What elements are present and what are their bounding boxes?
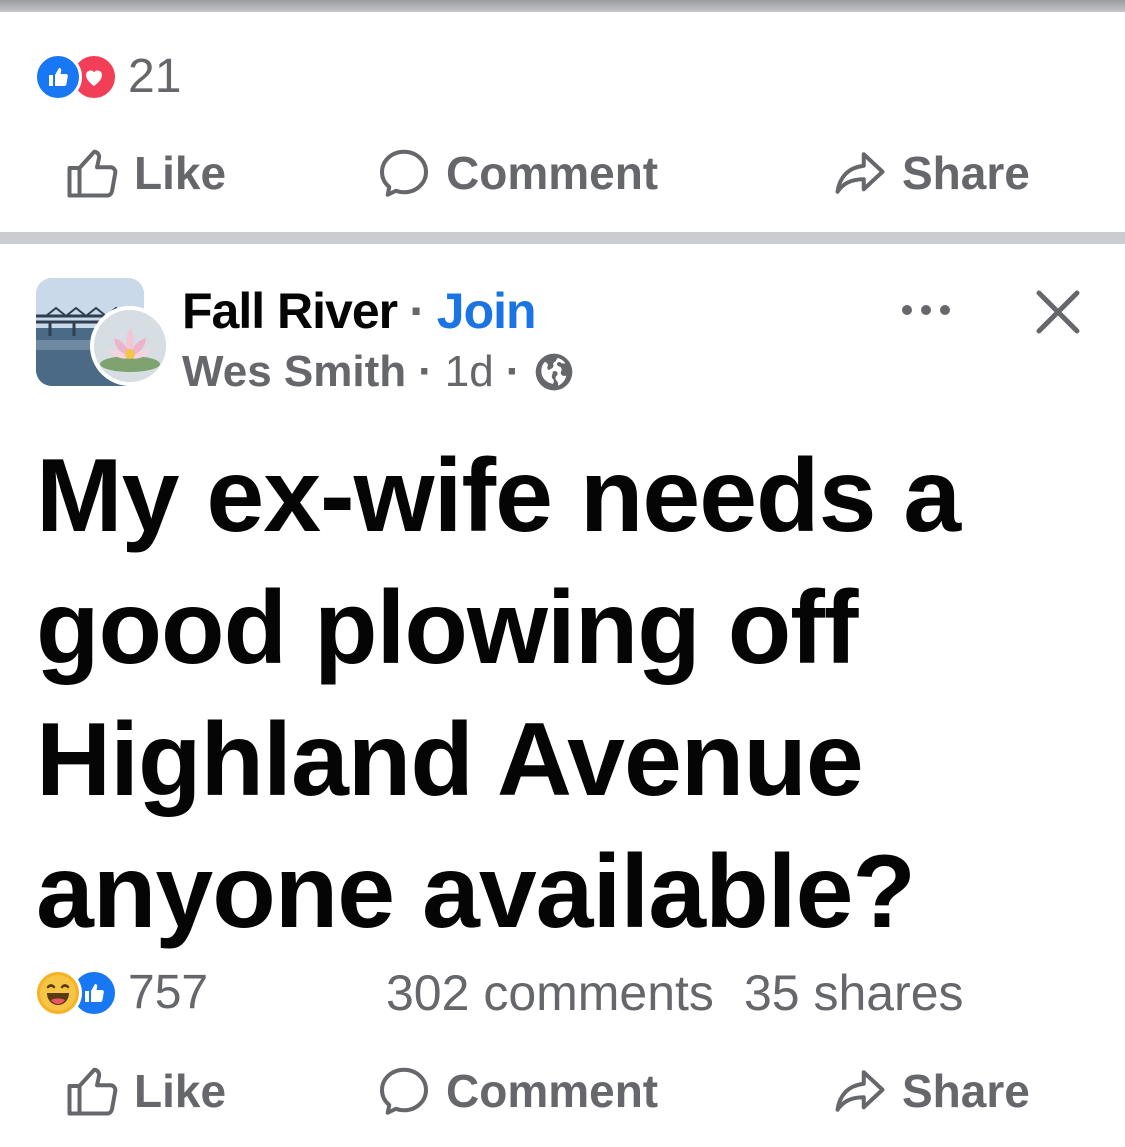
like-button[interactable]: Like — [62, 1056, 226, 1126]
shares-count-link[interactable]: 35 shares — [744, 964, 964, 1022]
thumbs-up-icon — [67, 1067, 118, 1116]
share-button[interactable]: Share — [830, 138, 1030, 208]
more-options-button[interactable] — [896, 290, 956, 330]
user-avatar[interactable] — [90, 306, 170, 386]
share-label: Share — [902, 147, 1030, 199]
separator-dot: · — [418, 347, 433, 396]
post-timestamp[interactable]: 1d — [445, 346, 494, 398]
post-stats: 302 comments 35 shares — [386, 964, 964, 1022]
like-label: Like — [134, 1065, 227, 1117]
like-label: Like — [134, 147, 227, 199]
globe-icon — [536, 353, 573, 391]
previous-post-action-bar: Like Comment Share — [0, 138, 1125, 208]
close-icon — [1036, 290, 1080, 334]
thumbs-up-icon — [67, 149, 118, 198]
previous-post-reactions[interactable]: 21 — [34, 50, 181, 104]
like-button[interactable]: Like — [62, 138, 226, 208]
share-icon — [835, 1070, 885, 1112]
share-label: Share — [902, 1065, 1030, 1117]
separator-dot: · — [505, 347, 521, 396]
post-title-line: Fall River · Join — [182, 282, 537, 340]
comment-icon — [380, 149, 428, 197]
join-button[interactable]: Join — [437, 282, 537, 340]
comment-button[interactable]: Comment — [374, 1056, 658, 1126]
group-name-link[interactable]: Fall River — [182, 282, 398, 340]
post-text: My ex-wife needs a good plowing off High… — [36, 438, 961, 950]
comments-count-link[interactable]: 302 comments — [386, 964, 714, 1022]
separator-dot: · — [409, 283, 426, 339]
post-meta: Wes Smith · 1d · — [182, 346, 576, 398]
more-icon — [902, 305, 950, 315]
comment-icon — [380, 1067, 428, 1115]
post-action-bar: Like Comment Share — [0, 1056, 1125, 1126]
previous-post-image-edge — [0, 0, 1125, 12]
share-icon — [835, 152, 885, 194]
author-name-link[interactable]: Wes Smith — [182, 346, 406, 398]
share-button[interactable]: Share — [830, 1056, 1030, 1126]
post-divider — [0, 232, 1125, 244]
like-icon — [34, 53, 82, 101]
post-avatars[interactable] — [36, 278, 170, 390]
reaction-count: 757 — [128, 966, 209, 1019]
comment-label: Comment — [446, 147, 659, 199]
close-button[interactable] — [1030, 284, 1086, 340]
comment-button[interactable]: Comment — [374, 138, 658, 208]
comment-label: Comment — [446, 1065, 659, 1117]
post-reactions[interactable]: 757 — [34, 966, 208, 1020]
reaction-count: 21 — [128, 50, 182, 103]
haha-icon — [34, 969, 82, 1017]
